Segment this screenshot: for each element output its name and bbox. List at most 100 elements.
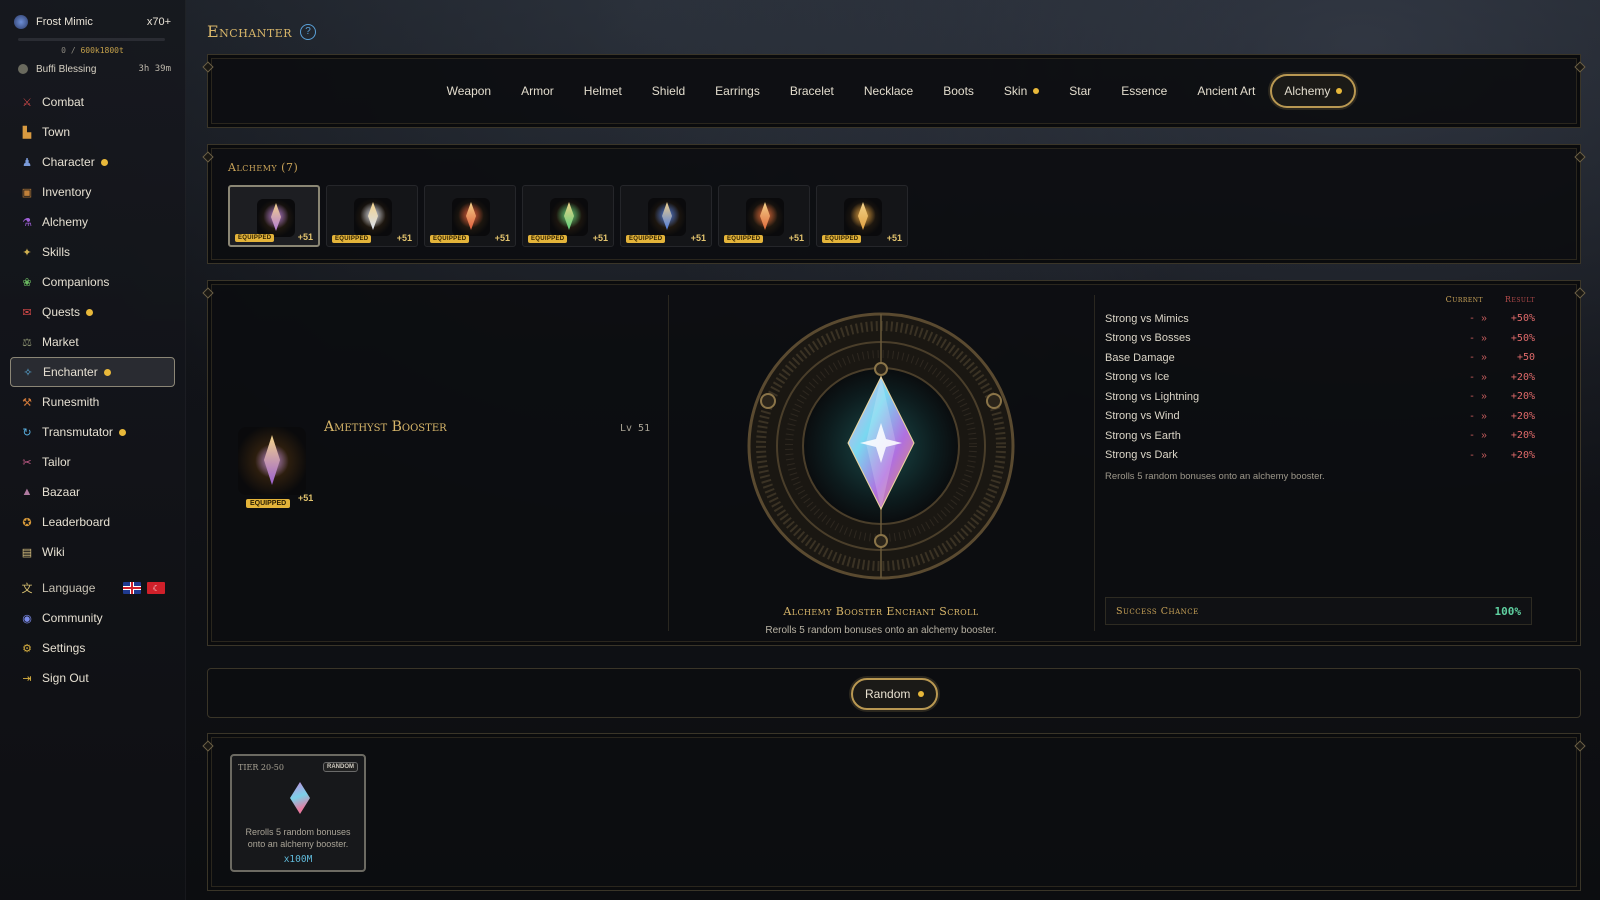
enchant-circle-art (747, 312, 1015, 580)
stat-current: - (1468, 391, 1475, 403)
stat-row: Strong vs Earth -» +20% (1105, 426, 1535, 446)
stat-current: - (1468, 371, 1475, 383)
language-selector[interactable]: 文 Language ☾ (0, 573, 185, 603)
stat-label: Strong vs Dark (1105, 449, 1178, 462)
sidebar-item-community[interactable]: ◉ Community (0, 603, 185, 633)
item-slot[interactable]: EQUIPPED +51 (326, 185, 418, 247)
tab-ancient-art[interactable]: Ancient Art (1182, 74, 1270, 108)
item-slots: EQUIPPED +51 EQUIPPED +51 EQUIPPED +51 EQUI… (228, 185, 908, 247)
sidebar-item-alchemy[interactable]: ⚗ Alchemy (0, 207, 185, 237)
stat-result: +20% (1510, 371, 1535, 383)
selected-item-icon (238, 427, 306, 495)
tab-shield[interactable]: Shield (637, 74, 700, 108)
sidebar-item-runesmith[interactable]: ⚒ Runesmith (0, 387, 185, 417)
stats-header: Current Result (1105, 295, 1535, 309)
sidebar-item-combat[interactable]: ⚔ Combat (0, 87, 185, 117)
stat-label: Strong vs Wind (1105, 410, 1180, 423)
character-icon: ♟ (22, 156, 32, 169)
companion-count: x70+ (146, 16, 171, 28)
tab-skin[interactable]: Skin (989, 74, 1054, 108)
page-header: Enchanter ? (207, 22, 317, 41)
blessing-icon (18, 64, 28, 74)
tab-bracelet[interactable]: Bracelet (775, 74, 849, 108)
tab-weapon[interactable]: Weapon (432, 74, 506, 108)
arrow-icon: » (1481, 313, 1487, 325)
equipped-badge: EQUIPPED (332, 235, 372, 243)
stat-result: +20% (1510, 391, 1535, 403)
sidebar-item-label: Combat (42, 95, 85, 109)
sidebar-item-quests[interactable]: ✉ Quests (0, 297, 185, 327)
anvil-icon: ⚒ (22, 396, 32, 409)
sidebar-item-label: Wiki (42, 545, 65, 559)
sidebar-item-character[interactable]: ♟ Character (0, 147, 185, 177)
tab-label: Armor (521, 84, 554, 98)
skills-icon: ✦ (22, 246, 32, 259)
notification-dot (1336, 88, 1343, 94)
item-slot[interactable]: EQUIPPED +51 (424, 185, 516, 247)
sidebar-item-label: Enchanter (43, 365, 98, 379)
trophy-icon: ✪ (22, 516, 32, 529)
sidebar-item-companions[interactable]: ❀ Companions (0, 267, 185, 297)
booster-icon (648, 198, 686, 236)
equipped-badge: EQUIPPED (626, 235, 666, 243)
equipped-badge: EQUIPPED (246, 499, 291, 508)
tab-helmet[interactable]: Helmet (569, 74, 637, 108)
sidebar-item-wiki[interactable]: ▤ Wiki (0, 537, 185, 567)
companion-name: Frost Mimic (36, 16, 93, 28)
sidebar-item-tailor[interactable]: ✂ Tailor (0, 447, 185, 477)
item-slot[interactable]: EQUIPPED +51 (816, 185, 908, 247)
scroll-card-quantity: x100M (283, 854, 313, 865)
sidebar-item-skills[interactable]: ✦ Skills (0, 237, 185, 267)
item-slot[interactable]: EQUIPPED +51 (718, 185, 810, 247)
arrow-icon: » (1481, 352, 1487, 364)
flag-uk-icon[interactable] (123, 582, 142, 594)
tab-label: Skin (1003, 84, 1028, 98)
sidebar-item-inventory[interactable]: ▣ Inventory (0, 177, 185, 207)
sidebar-item-settings[interactable]: ⚙ Settings (0, 633, 185, 663)
sidebar-item-town[interactable]: ▙ Town (0, 117, 185, 147)
companion-status[interactable]: Frost Mimic x70+ (14, 12, 171, 32)
paw-icon: ❀ (22, 276, 32, 289)
success-chance: Success Chance 100% (1105, 597, 1532, 625)
buff-name: Buffi Blessing (36, 63, 97, 75)
tab-star[interactable]: Star (1054, 74, 1106, 108)
enhance-level: +51 (788, 233, 804, 243)
xp-current: 0 (61, 46, 66, 55)
tab-earrings[interactable]: Earrings (700, 74, 775, 108)
stat-current: - (1468, 430, 1475, 442)
enhance-level: +51 (494, 233, 510, 243)
tab-label: Necklace (863, 84, 914, 98)
help-icon[interactable]: ? (300, 23, 317, 40)
stat-row: Strong vs Lightning -» +20% (1105, 387, 1535, 407)
tab-armor[interactable]: Armor (506, 74, 569, 108)
sidebar-item-enchanter[interactable]: ✧ Enchanter (10, 357, 175, 387)
enhance-level: +51 (690, 233, 706, 243)
gear-icon: ⚙ (22, 642, 32, 655)
sidebar-item-bazaar[interactable]: ▲ Bazaar (0, 477, 185, 507)
enhance-level: +51 (592, 233, 608, 243)
item-slot[interactable]: EQUIPPED +51 (620, 185, 712, 247)
selected-item-level: Lv 51 (620, 423, 651, 434)
flag-tr-icon[interactable]: ☾ (147, 582, 166, 594)
tab-boots[interactable]: Boots (928, 74, 989, 108)
tab-necklace[interactable]: Necklace (849, 74, 928, 108)
tab-label: Bracelet (789, 84, 834, 98)
sidebar-item-leaderboard[interactable]: ✪ Leaderboard (0, 507, 185, 537)
scroll-card[interactable]: TIER 20-50 RANDOM Rerolls 5 random bonus… (230, 754, 366, 872)
sidebar-item-sign-out[interactable]: ⇥ Sign Out (0, 663, 185, 693)
buff-status[interactable]: Buffi Blessing 3h 39m (14, 61, 171, 77)
stat-label: Strong vs Bosses (1105, 332, 1191, 345)
item-slot[interactable]: EQUIPPED +51 (522, 185, 614, 247)
current-header: Current (1445, 295, 1483, 304)
stat-row: Strong vs Dark -» +20% (1105, 446, 1535, 466)
sidebar-item-label: Companions (42, 275, 110, 289)
sidebar-item-transmutator[interactable]: ↻ Transmutator (0, 417, 185, 447)
sidebar-item-market[interactable]: ⚖ Market (0, 327, 185, 357)
tab-essence[interactable]: Essence (1106, 74, 1182, 108)
tab-alchemy[interactable]: Alchemy (1270, 74, 1357, 108)
item-slot[interactable]: EQUIPPED +51 (228, 185, 320, 247)
random-enchant-button[interactable]: Random (851, 678, 939, 710)
stat-row: Base Damage -» +50 (1105, 348, 1535, 368)
booster-icon (257, 199, 295, 237)
notification-dot (103, 368, 111, 376)
